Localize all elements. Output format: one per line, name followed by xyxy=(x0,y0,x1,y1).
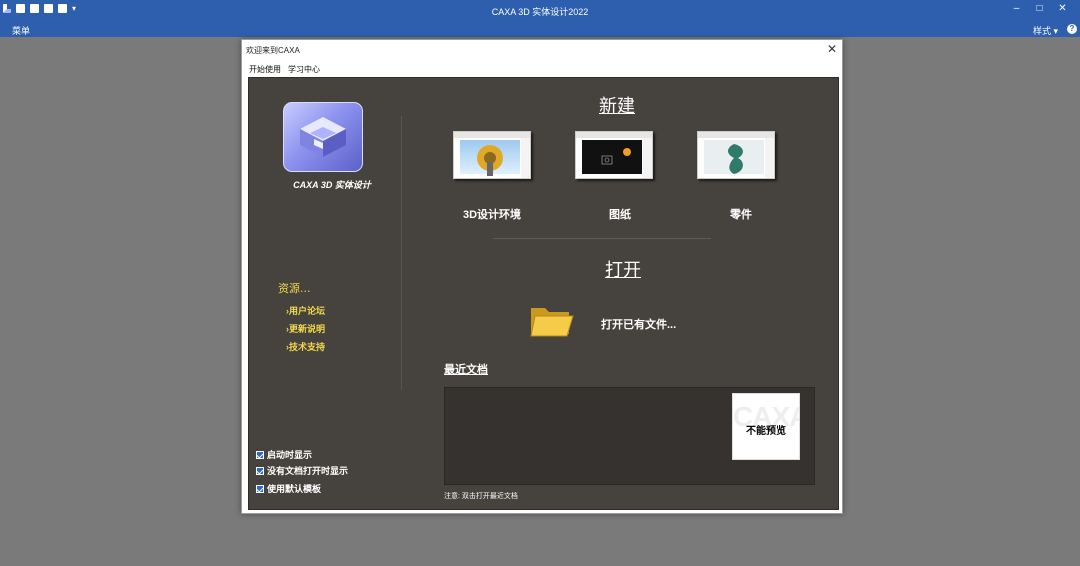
checkbox-default-template[interactable] xyxy=(256,484,264,493)
open-existing-file-link[interactable]: 打开已有文件... xyxy=(601,316,676,332)
no-preview-label: 不能预览 xyxy=(746,426,786,437)
title-bar: ▾ CAXA 3D 实体设计2022 ‒ □ ✕ xyxy=(0,0,1080,266)
welcome-content: CAXA 3D 实体设计 资源... ›用户论坛 ›更新说明 ›技术支持 启动时… xyxy=(248,77,839,510)
resources-title: 资源... xyxy=(278,282,311,295)
caxa-logo xyxy=(283,102,363,172)
vertical-divider xyxy=(401,116,402,390)
option-show-on-startup[interactable]: 启动时显示 xyxy=(256,448,312,461)
option-default-template[interactable]: 使用默认模板 xyxy=(256,482,321,495)
thumb-3d-design[interactable] xyxy=(453,131,531,179)
option-show-when-no-doc[interactable]: 没有文档打开时显示 xyxy=(256,464,348,477)
maximize-button[interactable]: □ xyxy=(1028,3,1051,15)
label-drawing[interactable]: 图纸 xyxy=(575,206,665,222)
recent-doc-preview: CAXA 不能预览 xyxy=(732,393,800,460)
label-part[interactable]: 零件 xyxy=(696,206,786,222)
checkbox-show-on-startup[interactable] xyxy=(256,450,264,459)
part-preview-icon xyxy=(728,144,743,174)
close-button[interactable]: ✕ xyxy=(1051,3,1074,15)
new-section-title: 新建 xyxy=(599,96,635,117)
welcome-dialog: 欢迎来到CAXA ✕ 开始使用 学习中心 CAXA 3D 实体设计 资源... … xyxy=(241,39,843,514)
window-controls: ‒ □ ✕ xyxy=(1005,3,1074,15)
recent-docs-title: 最近文档 xyxy=(444,364,488,376)
recent-docs-list[interactable]: CAXA 不能预览 xyxy=(444,387,815,485)
checkbox-label: 没有文档打开时显示 xyxy=(267,466,349,476)
link-user-forum[interactable]: ›用户论坛 xyxy=(286,304,325,317)
checkbox-show-when-no-doc[interactable] xyxy=(256,466,264,475)
checkbox-label: 使用默认模板 xyxy=(267,484,322,494)
caxa-logo-icon xyxy=(300,117,346,157)
recent-docs-note: 注意: 双击打开最近文档 xyxy=(444,493,518,500)
chevron-down-icon: ▾ xyxy=(1053,26,1058,36)
menu-bar: 菜单 样式 ▾ ? xyxy=(0,21,1080,37)
minimize-button[interactable]: ‒ xyxy=(1005,3,1028,15)
checkbox-label: 启动时显示 xyxy=(267,450,313,460)
gear-icon xyxy=(477,145,503,176)
dialog-title: 欢迎来到CAXA xyxy=(246,46,300,55)
link-update-notes[interactable]: ›更新说明 xyxy=(286,322,325,335)
style-menu[interactable]: 样式 ▾ xyxy=(1033,24,1058,37)
drawing-preview-icon xyxy=(601,148,631,165)
help-icon[interactable]: ? xyxy=(1067,24,1077,34)
thumb-drawing[interactable] xyxy=(575,131,653,179)
dialog-tabs: 开始使用 学习中心 xyxy=(249,64,320,75)
menu-button[interactable]: 菜单 xyxy=(12,24,30,37)
open-folder-icon[interactable] xyxy=(529,300,575,340)
thumb-part[interactable] xyxy=(697,131,775,179)
tab-getting-started[interactable]: 开始使用 xyxy=(249,64,281,75)
horizontal-divider xyxy=(493,238,711,239)
app-title: CAXA 3D 实体设计2022 xyxy=(491,7,589,17)
dialog-close-button[interactable]: ✕ xyxy=(827,42,837,56)
logo-caption: CAXA 3D 实体设计 xyxy=(293,180,371,190)
link-tech-support[interactable]: ›技术支持 xyxy=(286,340,325,353)
style-label: 样式 xyxy=(1032,26,1051,36)
tab-learning-center[interactable]: 学习中心 xyxy=(288,64,320,75)
label-3d-design[interactable]: 3D设计环境 xyxy=(447,206,537,222)
open-section-title: 打开 xyxy=(605,260,641,281)
